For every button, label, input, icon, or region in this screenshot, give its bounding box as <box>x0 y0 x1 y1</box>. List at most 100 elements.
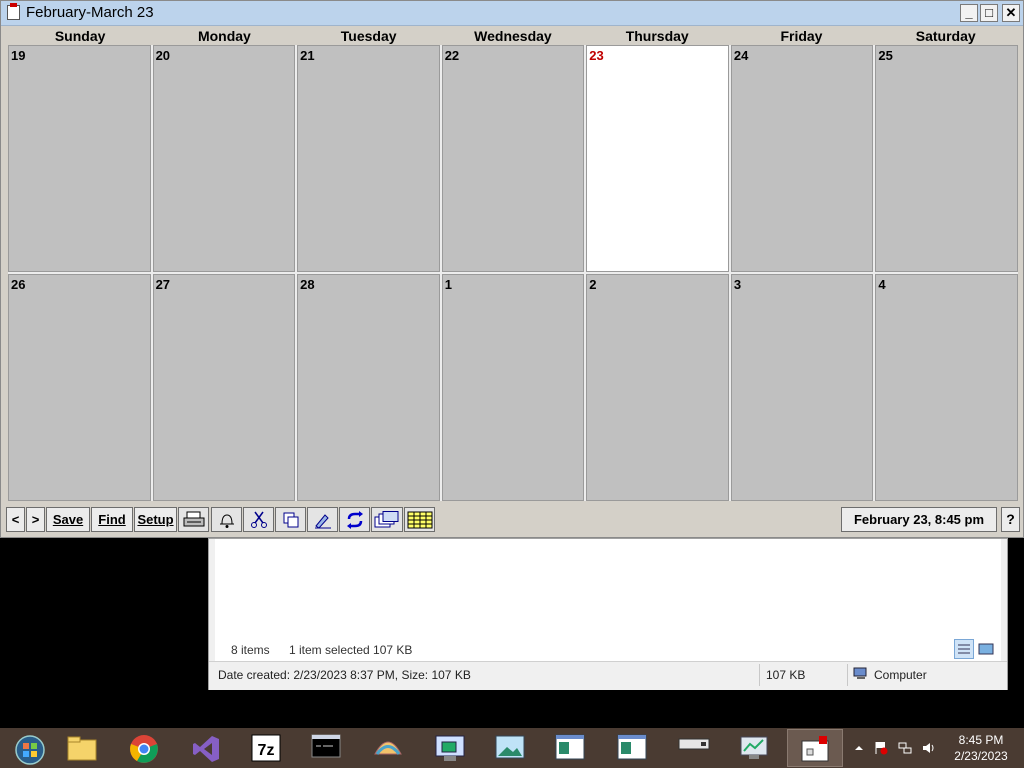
status-divider <box>759 664 760 686</box>
taskbar-performance-app[interactable] <box>726 729 782 767</box>
show-hidden-icons-icon[interactable] <box>852 741 866 755</box>
day-number: 24 <box>733 48 749 63</box>
day-number: 2 <box>589 277 597 292</box>
status-location: Computer <box>874 668 927 682</box>
print-icon <box>179 511 208 529</box>
taskbar-device-app[interactable] <box>666 729 722 767</box>
day-cell[interactable]: 3 <box>730 274 874 501</box>
taskbar-clock[interactable]: 8:45 PM 2/23/2023 <box>942 732 1020 764</box>
taskbar: 7z 8:45 PM 2/23/2023 <box>0 728 1024 768</box>
prev-button[interactable]: < <box>6 507 25 532</box>
folder-icon <box>54 734 110 762</box>
drive-icon <box>666 734 722 754</box>
clock-time: 8:45 PM <box>958 733 1004 747</box>
day-cell[interactable]: 21 <box>297 45 440 272</box>
start-button[interactable] <box>2 729 58 767</box>
windows-icon <box>372 511 402 529</box>
terminal-icon <box>298 734 354 758</box>
bell-icon <box>212 511 241 529</box>
day-cell[interactable]: 25 <box>875 45 1018 272</box>
title-bar[interactable]: February-March 23 _ □ ✕ <box>1 1 1023 26</box>
visual-studio-icon <box>178 734 234 764</box>
find-button[interactable]: Find <box>91 507 133 532</box>
calendar-app-icon[interactable] <box>7 3 20 20</box>
month-view-button[interactable] <box>404 507 435 532</box>
day-cell[interactable]: 1 <box>441 274 585 501</box>
details-view-button[interactable] <box>954 639 974 659</box>
taskbar-shell-app[interactable] <box>360 729 416 767</box>
edit-button[interactable] <box>307 507 338 532</box>
selected-info: 1 item selected 107 KB <box>289 643 413 657</box>
explorer-status-bar: Date created: 2/23/2023 8:37 PM, Size: 1… <box>209 661 1007 690</box>
monitor-chart-icon <box>726 734 782 762</box>
windows-button[interactable] <box>371 507 403 532</box>
status-divider <box>847 664 848 686</box>
bottom-toolbar: < > Save Find Setup February 23, 8:45 pm <box>6 507 1020 533</box>
close-button[interactable]: ✕ <box>1002 4 1020 22</box>
alarm-button[interactable] <box>211 507 242 532</box>
calendar-icon <box>788 735 842 763</box>
day-number: 3 <box>733 277 742 292</box>
day-header-friday: Friday <box>780 28 823 44</box>
picture-icon <box>482 734 538 760</box>
day-headers: Sunday Monday Tuesday Wednesday Thursday… <box>8 28 1018 46</box>
minimize-button[interactable]: _ <box>960 4 978 22</box>
day-number: 19 <box>11 48 26 63</box>
day-cell[interactable]: 4 <box>875 274 1018 501</box>
day-cell[interactable]: 26 <box>8 274 151 501</box>
save-button[interactable]: Save <box>46 507 90 532</box>
window-app-icon <box>604 734 660 760</box>
window-app-icon <box>542 734 598 760</box>
monitor-app-icon <box>422 734 478 764</box>
taskbar-calendar-app[interactable] <box>787 729 843 767</box>
taskbar-visual-studio[interactable] <box>178 729 234 767</box>
copy-button[interactable] <box>275 507 306 532</box>
scissors-icon <box>244 511 273 529</box>
taskbar-image-viewer[interactable] <box>482 729 538 767</box>
day-cell[interactable]: 24 <box>730 45 874 272</box>
taskbar-7zip[interactable]: 7z <box>238 729 294 767</box>
day-cell[interactable]: 28 <box>297 274 440 501</box>
today-day-number: 23 <box>589 48 604 63</box>
day-cell-today[interactable]: 23 <box>586 45 729 272</box>
help-button[interactable]: ? <box>1001 507 1020 532</box>
day-cell[interactable]: 20 <box>152 45 296 272</box>
day-number: 21 <box>300 48 315 63</box>
day-header-tuesday: Tuesday <box>340 28 397 44</box>
next-button[interactable]: > <box>26 507 45 532</box>
repeat-button[interactable] <box>339 507 370 532</box>
action-center-flag-icon[interactable] <box>874 741 888 755</box>
taskbar-window-app-2[interactable] <box>604 729 660 767</box>
taskbar-window-app-1[interactable] <box>542 729 598 767</box>
start-orb-icon <box>2 734 58 766</box>
status-date-created: Date created: 2/23/2023 8:37 PM, Size: 1… <box>218 668 471 682</box>
setup-button[interactable]: Setup <box>134 507 177 532</box>
day-cell[interactable]: 19 <box>8 45 151 272</box>
large-icons-view-button[interactable] <box>977 640 995 658</box>
day-number: 28 <box>300 277 315 292</box>
taskbar-command-prompt[interactable] <box>298 729 354 767</box>
maximize-button[interactable]: □ <box>980 4 998 22</box>
edit-icon <box>308 511 337 529</box>
taskbar-ycdicas[interactable] <box>422 729 478 767</box>
large-icons-view-icon <box>977 643 995 662</box>
status-size: 107 KB <box>766 668 806 682</box>
day-header-thursday: Thursday <box>625 28 689 44</box>
day-number: 27 <box>155 277 171 292</box>
day-cell[interactable]: 22 <box>441 45 585 272</box>
network-icon[interactable] <box>898 741 912 755</box>
current-datetime[interactable]: February 23, 8:45 pm <box>841 507 997 532</box>
day-number: 22 <box>444 48 460 63</box>
day-number: 26 <box>11 277 26 292</box>
print-button[interactable] <box>178 507 209 532</box>
calendar-grid: 19 20 21 22 23 24 25 26 27 28 1 2 3 4 <box>8 45 1018 501</box>
taskbar-chrome[interactable] <box>116 729 172 767</box>
7zip-icon: 7z <box>238 734 294 762</box>
volume-icon[interactable] <box>922 741 936 755</box>
copy-icon <box>276 511 305 529</box>
cut-button[interactable] <box>243 507 274 532</box>
day-cell[interactable]: 27 <box>152 274 296 501</box>
taskbar-file-explorer[interactable] <box>54 729 110 767</box>
day-cell[interactable]: 2 <box>586 274 729 501</box>
day-header-sunday: Sunday <box>54 28 106 44</box>
